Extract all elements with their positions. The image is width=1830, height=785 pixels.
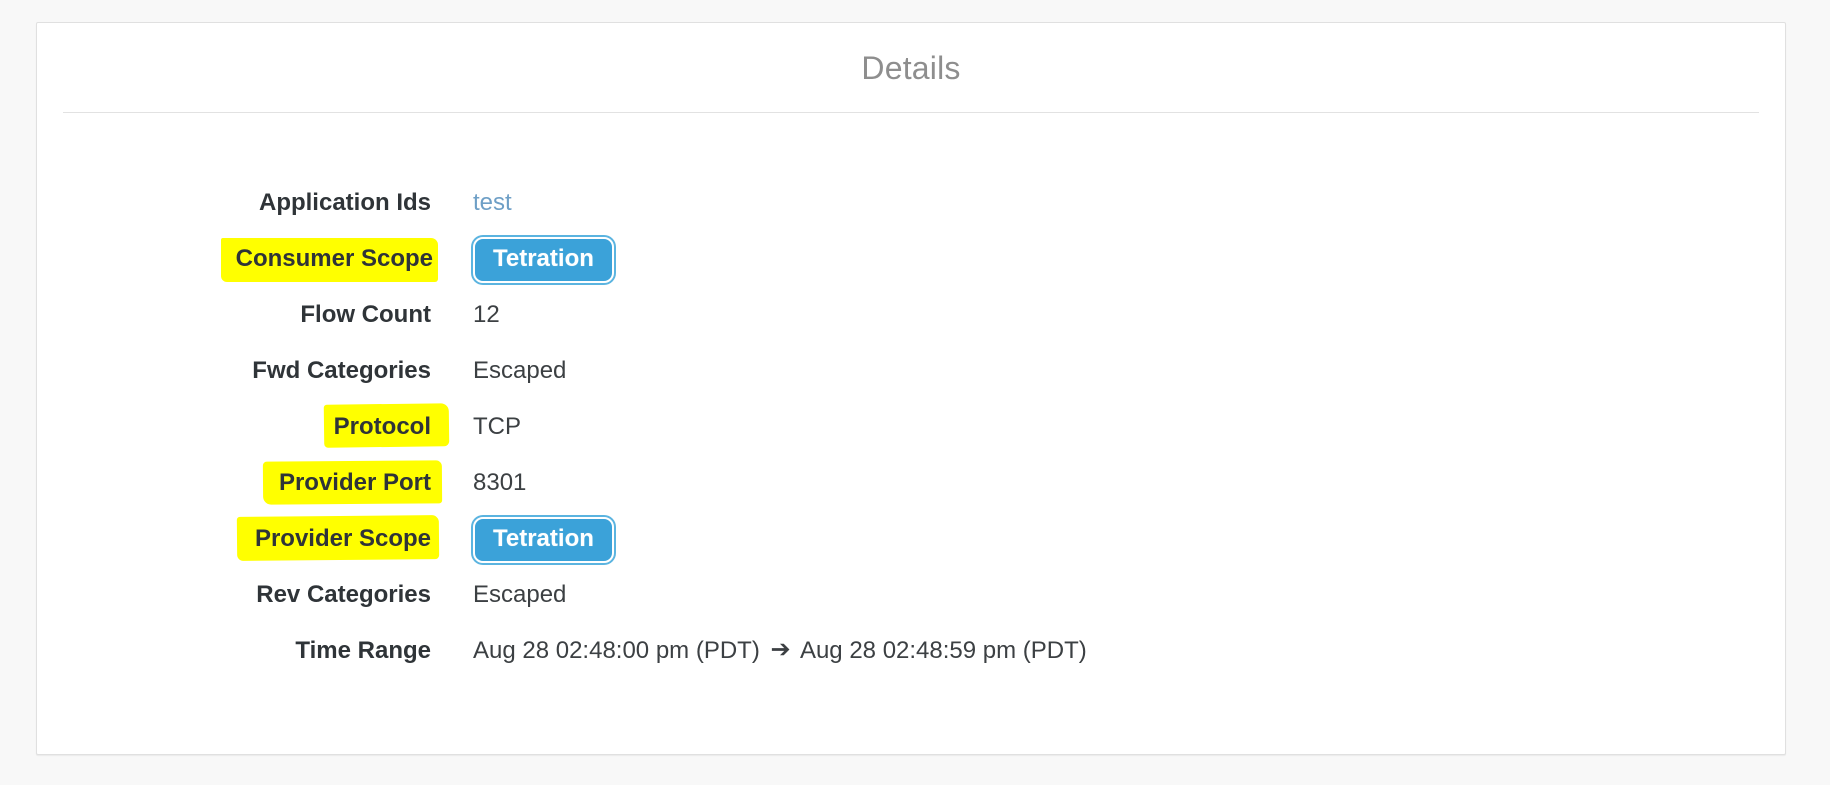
property-label-time-range: Time Range [291,623,437,679]
provider-scope-badge[interactable]: Tetration [473,517,614,563]
consumer-scope-badge[interactable]: Tetration [473,237,614,283]
property-value-application-ids[interactable]: test [473,175,1785,231]
label-text: Application Ids [255,187,437,218]
property-label-flow-count: Flow Count [296,287,437,343]
application-ids-link[interactable]: test [473,189,512,216]
property-label-provider-port: Provider Port [275,455,437,511]
details-card: Details Application Ids test Consumer Sc… [36,22,1786,755]
property-value-consumer-scope: Tetration [473,231,1785,287]
label-text: Time Range [291,635,437,666]
property-label-provider-scope: Provider Scope [251,511,437,567]
property-label-application-ids: Application Ids [255,175,437,231]
label-text: Flow Count [296,299,437,330]
page-title: Details [37,23,1785,112]
label-text: Protocol [330,411,437,442]
property-value-flow-count: 12 [473,287,1785,343]
page-root: Details Application Ids test Consumer Sc… [0,0,1830,785]
label-text: Consumer Scope [230,243,437,274]
property-label-rev-categories: Rev Categories [252,567,437,623]
property-value-fwd-categories: Escaped [473,343,1785,399]
property-value-provider-port: 8301 [473,455,1785,511]
property-value-time-range: Aug 28 02:48:00 pm (PDT) ➔ Aug 28 02:48:… [473,623,1785,679]
label-text: Rev Categories [252,579,437,610]
label-text: Provider Scope [251,523,437,554]
label-text: Provider Port [275,467,437,498]
details-body: Application Ids test Consumer Scope Tetr… [37,113,1785,679]
property-label-consumer-scope: Consumer Scope [230,231,437,287]
arrow-right-icon: ➔ [767,622,795,678]
properties-grid: Application Ids test Consumer Scope Tetr… [37,175,1785,679]
property-label-protocol: Protocol [330,399,437,455]
time-range-end: Aug 28 02:48:59 pm (PDT) [800,637,1087,664]
time-range-start: Aug 28 02:48:00 pm (PDT) [473,637,760,664]
property-value-rev-categories: Escaped [473,567,1785,623]
label-text: Fwd Categories [248,355,437,386]
property-value-provider-scope: Tetration [473,511,1785,567]
property-label-fwd-categories: Fwd Categories [248,343,437,399]
property-value-protocol: TCP [473,399,1785,455]
